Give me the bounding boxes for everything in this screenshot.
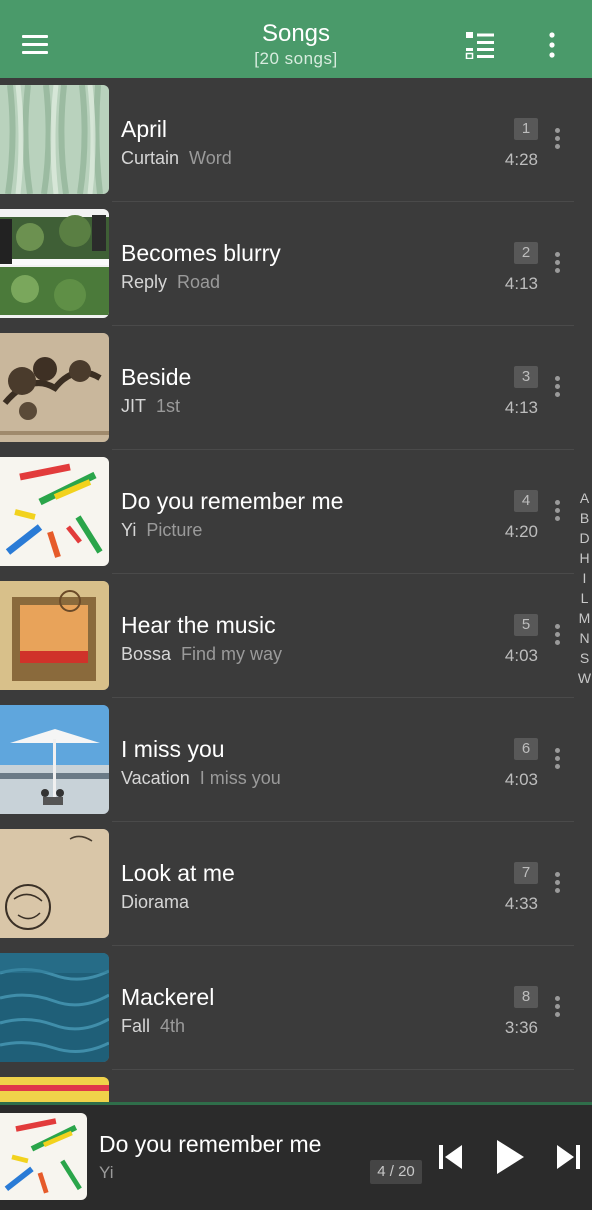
album-cover [0,581,109,690]
album-name: Road [177,272,221,292]
track-number-badge: 5 [514,614,538,636]
song-more-icon[interactable] [552,252,562,276]
song-list[interactable]: April Curtain Word 1 4:28 Becomes blurry … [0,78,592,1102]
artist-name: Bossa [121,644,172,664]
song-artist: Vacation I miss you [121,768,281,789]
track-number-badge: 8 [514,986,538,1008]
song-more-icon[interactable] [552,376,562,400]
song-title: Look at me [121,860,235,886]
song-row[interactable]: April Curtain Word 1 4:28 [0,78,574,202]
app-header: Songs [20 songs] [0,0,592,78]
song-title: Hear the music [121,612,276,638]
index-letter[interactable]: N [577,628,592,648]
song-artist: Diorama [121,892,199,913]
artist-name: Yi [121,520,137,540]
artist-name: Reply [121,272,168,292]
alphabet-index[interactable]: A B D H I L M N S W [577,488,592,688]
now-playing-title: Do you remember me [99,1131,322,1157]
artist-name: JIT [121,396,146,416]
song-artist: Curtain Word [121,148,232,169]
queue-position-badge: 4 / 20 [370,1160,422,1184]
song-duration: 4:28 [504,150,538,169]
song-row[interactable]: I miss you Vacation I miss you 6 4:03 [0,698,574,822]
song-title: Beside [121,364,192,390]
album-cover [0,333,109,442]
song-title: Do you remember me [121,488,344,514]
song-row[interactable]: Mackerel Fall 4th 8 3:36 [0,946,574,1070]
previous-icon[interactable] [438,1143,464,1171]
song-artist: Reply Road [121,272,220,293]
album-cover [0,705,109,814]
index-letter[interactable]: S [577,648,592,668]
artist-name: Vacation [121,768,190,788]
artist-name: Fall [121,1016,151,1036]
song-more-icon[interactable] [552,500,562,524]
song-artist: Fall 4th [121,1016,185,1037]
next-icon[interactable] [555,1143,581,1171]
index-letter[interactable]: M [577,608,592,628]
song-row[interactable]: Do you remember me Yi Picture 4 4:20 [0,450,574,574]
track-number-badge: 7 [514,862,538,884]
play-icon[interactable] [494,1138,526,1176]
index-letter[interactable]: L [577,588,592,608]
album-name: Find my way [181,644,283,664]
song-row[interactable]: Beside JIT 1st 3 4:13 [0,326,574,450]
track-number-badge: 4 [514,490,538,512]
index-letter[interactable]: A [577,488,592,508]
album-name: I miss you [199,768,281,788]
song-more-icon[interactable] [552,996,562,1020]
song-title: Mackerel [121,984,215,1010]
page-title: Songs [261,20,331,47]
song-duration: 4:13 [504,274,538,293]
album-name: Word [189,148,232,168]
song-duration: 4:33 [504,894,538,913]
list-view-icon[interactable] [465,31,495,59]
index-letter[interactable]: H [577,548,592,568]
artist-name: Curtain [121,148,180,168]
track-number-badge: 3 [514,366,538,388]
album-cover [0,953,109,1062]
more-vertical-icon[interactable] [544,32,560,58]
song-row[interactable] [0,1070,574,1102]
album-name: 1st [156,396,181,416]
song-row[interactable]: Look at me Diorama 7 4:33 [0,822,574,946]
song-row[interactable]: Hear the music Bossa Find my way 5 4:03 [0,574,574,698]
artist-name: Diorama [121,892,190,912]
album-name: 4th [160,1016,186,1036]
album-cover [0,829,109,938]
song-duration: 4:20 [504,522,538,541]
album-cover [0,457,109,566]
track-number-badge: 2 [514,242,538,264]
song-artist: Yi Picture [121,520,202,541]
album-cover [0,85,109,194]
song-more-icon[interactable] [552,624,562,648]
song-artist: JIT 1st [121,396,180,417]
song-duration: 4:13 [504,398,538,417]
album-name: Picture [146,520,203,540]
now-playing-artist: Yi [99,1163,114,1182]
album-cover [0,1077,109,1102]
song-count: [20 songs] [254,49,338,68]
now-playing-bar[interactable]: Do you remember me Yi 4 / 20 [0,1105,592,1210]
album-cover [0,209,109,318]
song-row[interactable]: Becomes blurry Reply Road 2 4:13 [0,202,574,326]
song-more-icon[interactable] [552,872,562,896]
index-letter[interactable]: B [577,508,592,528]
song-title: Becomes blurry [121,240,281,266]
song-artist: Bossa Find my way [121,644,282,665]
track-number-badge: 1 [514,118,538,140]
song-duration: 4:03 [504,770,538,789]
index-letter[interactable]: D [577,528,592,548]
track-number-badge: 6 [514,738,538,760]
song-title: I miss you [121,736,225,762]
song-more-icon[interactable] [552,748,562,772]
song-duration: 3:36 [504,1018,538,1037]
index-letter[interactable]: W [577,668,592,688]
index-letter[interactable]: I [577,568,592,588]
now-playing-cover[interactable] [0,1113,87,1200]
song-duration: 4:03 [504,646,538,665]
song-more-icon[interactable] [552,128,562,152]
hamburger-menu-icon[interactable] [22,35,48,55]
song-title: April [121,116,168,142]
